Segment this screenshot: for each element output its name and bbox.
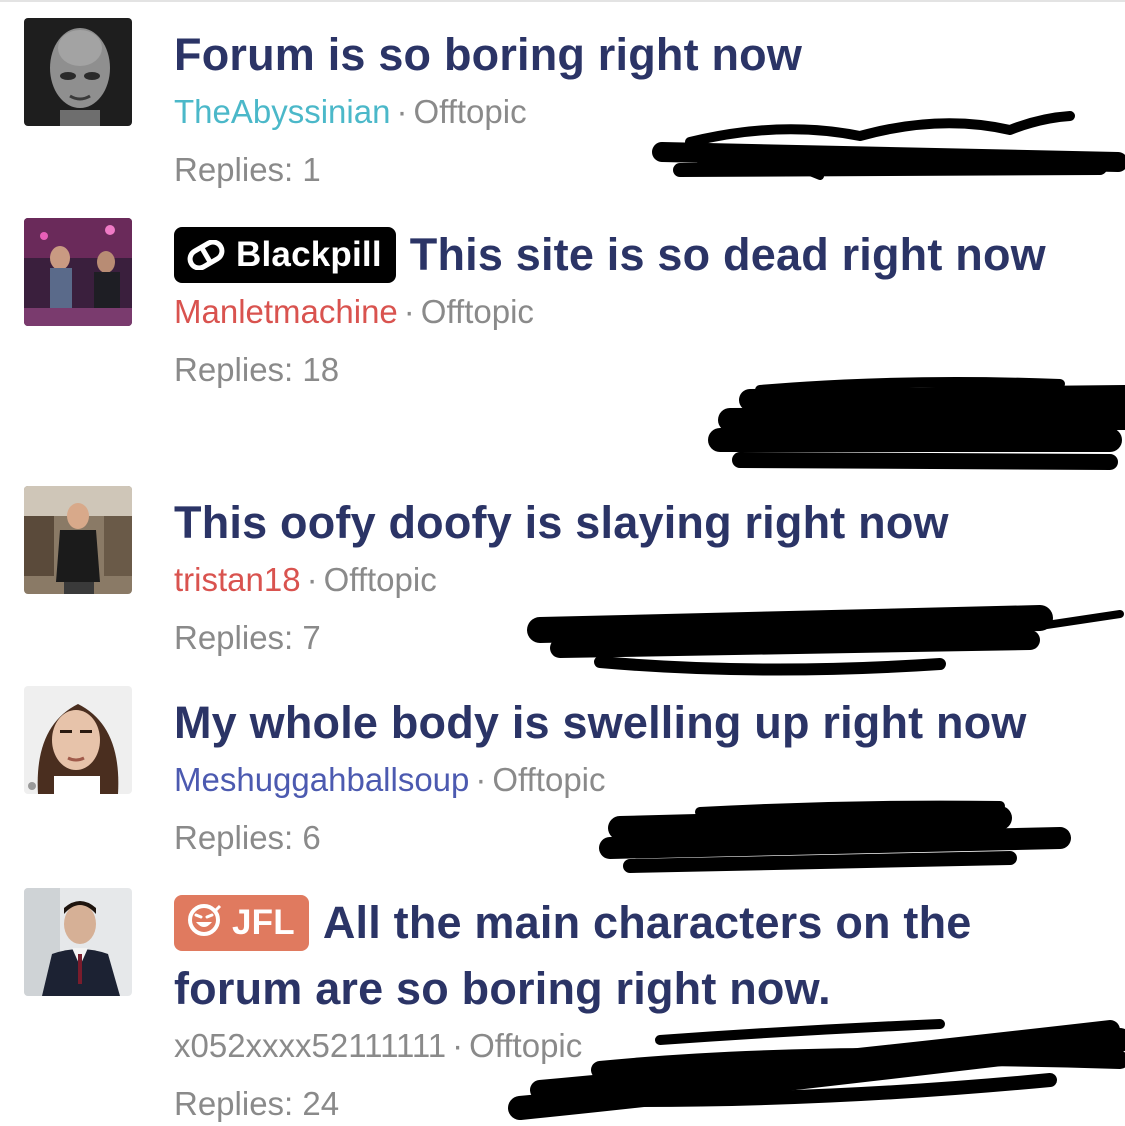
redaction-stroke: [673, 161, 1107, 177]
redaction-stroke: [739, 385, 1125, 411]
redaction-stroke: [594, 656, 946, 676]
redaction-stroke: [732, 452, 1118, 470]
redaction-stroke: [550, 630, 1040, 658]
redaction-stroke: [599, 827, 1071, 859]
redaction-stroke: [655, 1019, 945, 1045]
redaction-scribbles: [508, 111, 1125, 1120]
redaction-stroke: [623, 851, 1017, 873]
redaction-stroke: [685, 111, 1075, 147]
redaction-stroke: [718, 406, 1125, 432]
redaction-stroke: [527, 605, 1053, 643]
redaction-stroke: [608, 806, 1012, 840]
